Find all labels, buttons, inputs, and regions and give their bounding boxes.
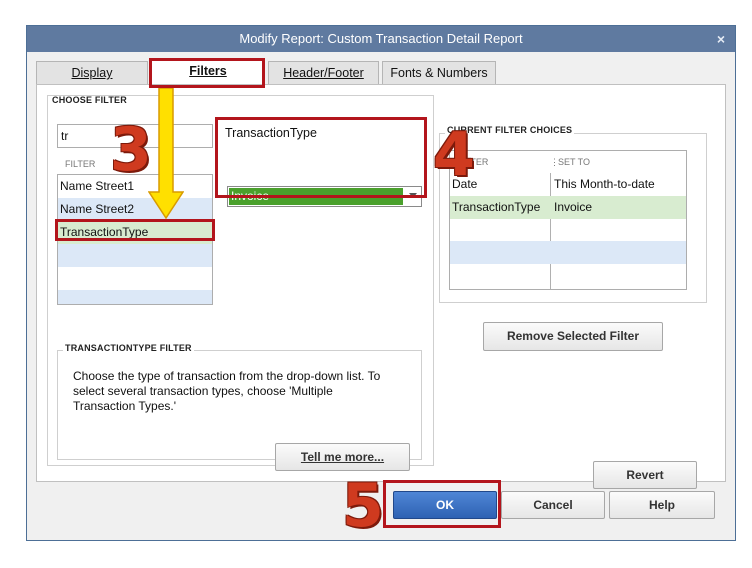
revert-label: Revert — [626, 468, 664, 482]
highlight-transaction-setting — [215, 117, 427, 198]
highlight-transactiontype-item — [55, 219, 215, 241]
current-filter-table[interactable]: FILTER ⋮ SET TO Date This Month-to-date … — [449, 150, 687, 290]
description-text: Choose the type of transaction from the … — [73, 369, 381, 413]
highlight-filters-tab — [149, 58, 265, 88]
modify-report-dialog: Modify Report: Custom Transaction Detail… — [26, 25, 736, 541]
title-bar: Modify Report: Custom Transaction Detail… — [27, 26, 735, 52]
choose-filter-title: CHOOSE FILTER — [52, 95, 127, 105]
tab-fonts-numbers-label: Fonts & Numbers — [390, 66, 488, 80]
remove-selected-filter-label: Remove Selected Filter — [506, 329, 640, 343]
tab-display[interactable]: Display — [36, 61, 148, 84]
table-row-selected[interactable]: TransactionType Invoice — [450, 196, 686, 219]
table-cell-set-to: This Month-to-date — [554, 177, 655, 191]
tab-fonts-numbers[interactable]: Fonts & Numbers — [382, 61, 496, 84]
filter-column-label: FILTER — [65, 159, 96, 169]
cancel-button[interactable]: Cancel — [501, 491, 605, 519]
step-4-label: 4 — [433, 120, 475, 190]
list-item-empty — [58, 267, 212, 290]
tell-me-more-button[interactable]: Tell me more... — [275, 443, 410, 471]
revert-button[interactable]: Revert — [593, 461, 697, 489]
list-item[interactable]: Name Street2 — [58, 198, 212, 221]
down-arrow-icon — [148, 88, 184, 220]
tell-me-more-label: Tell me more... — [300, 450, 385, 464]
list-item-empty — [58, 244, 212, 267]
table-row[interactable]: Date This Month-to-date — [450, 173, 686, 196]
list-item-empty — [58, 290, 212, 304]
dialog-title: Modify Report: Custom Transaction Detail… — [239, 31, 523, 46]
table-cell-filter: TransactionType — [452, 200, 541, 214]
tab-header-footer[interactable]: Header/Footer — [268, 61, 379, 84]
step-3-label: 3 — [110, 115, 152, 185]
step-5-label: 5 — [342, 471, 384, 541]
table-row-empty — [450, 241, 686, 264]
tab-display-label: Display — [71, 66, 113, 80]
col-header-set-to: SET TO — [558, 157, 591, 167]
help-button[interactable]: Help — [609, 491, 715, 519]
tab-header-footer-label: Header/Footer — [283, 66, 364, 80]
highlight-ok-button — [383, 480, 501, 528]
description-title: TRANSACTIONTYPE FILTER — [63, 343, 194, 353]
table-cell-set-to: Invoice — [554, 200, 593, 214]
remove-selected-filter-button[interactable]: Remove Selected Filter — [483, 322, 663, 351]
close-icon[interactable]: × — [717, 26, 725, 52]
